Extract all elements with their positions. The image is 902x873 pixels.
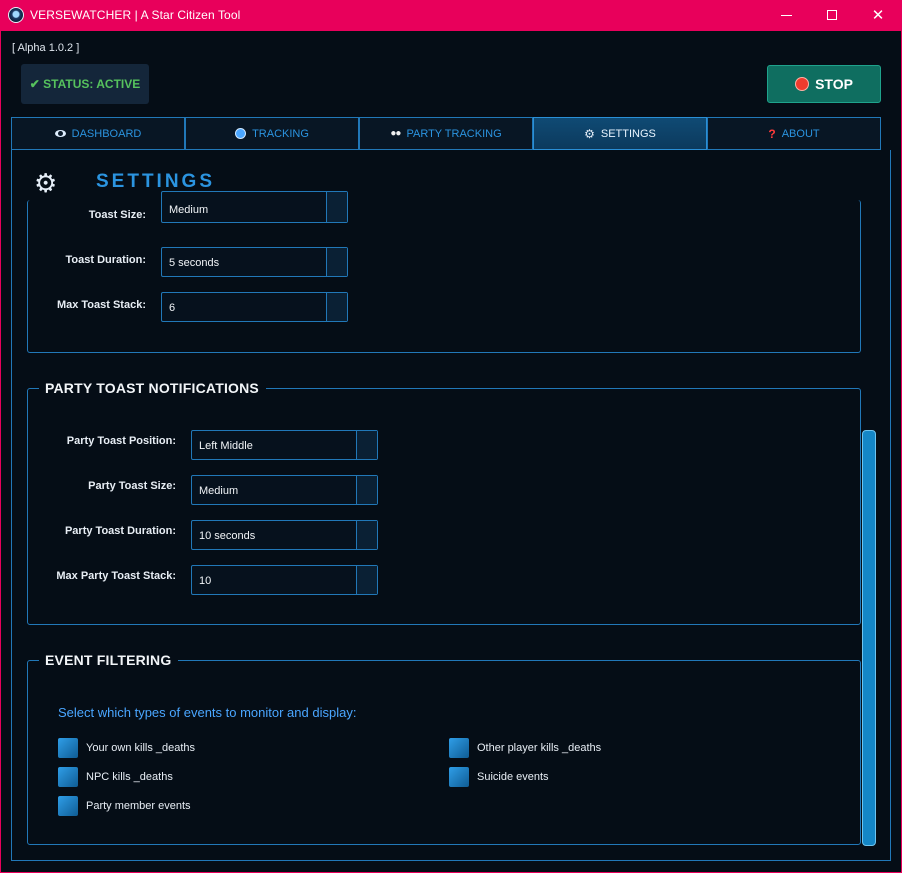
toast-size-value: Medium — [169, 204, 209, 216]
event-filtering-title: EVENT FILTERING — [39, 652, 179, 668]
party-toast-duration-select[interactable]: 10 seconds — [191, 520, 378, 550]
npc-kills-label: NPC kills _deaths — [86, 771, 173, 783]
party-toast-size-select[interactable]: Medium — [191, 475, 378, 505]
tab-about-label: ABOUT — [781, 127, 820, 140]
settings-panel: ⚙ SETTINGS Toast Size: Medium Toast Dura… — [11, 150, 891, 861]
event-filtering-help: Select which types of events to monitor … — [58, 705, 357, 720]
party-member-events-checkbox[interactable] — [58, 796, 78, 816]
tab-settings[interactable]: ⚙ SETTINGS — [533, 117, 707, 150]
toast-size-select[interactable]: Medium — [161, 191, 348, 223]
other-player-kills-checkbox[interactable] — [449, 738, 469, 758]
eye-icon — [54, 130, 66, 137]
window-title: VERSEWATCHER | A Star Citizen Tool — [30, 8, 241, 22]
stop-button-label: STOP — [815, 76, 853, 92]
party-toast-title: PARTY TOAST NOTIFICATIONS — [39, 380, 266, 396]
tab-party-tracking[interactable]: ●● PARTY TRACKING — [359, 117, 533, 150]
party-toast-size-value: Medium — [199, 485, 239, 497]
party-toast-position-select[interactable]: Left Middle — [191, 430, 378, 460]
max-party-toast-stack-select[interactable]: 10 — [191, 565, 378, 595]
party-toast-position-label: Party Toast Position: — [66, 435, 176, 447]
chevron-down-icon[interactable] — [326, 293, 347, 321]
party-toast-position-value: Left Middle — [199, 440, 253, 452]
suicide-events-label: Suicide events — [477, 771, 549, 783]
question-icon: ? — [768, 126, 776, 141]
chevron-down-icon[interactable] — [326, 192, 347, 222]
stop-circle-icon — [795, 77, 810, 91]
party-member-events-label: Party member events — [86, 800, 191, 812]
title-bar: VERSEWATCHER | A Star Citizen Tool ✕ — [0, 0, 902, 31]
party-toast-duration-value: 10 seconds — [199, 530, 256, 542]
party-toast-duration-label: Party Toast Duration: — [64, 525, 176, 537]
suicide-events-checkbox[interactable] — [449, 767, 469, 787]
tab-party-tracking-label: PARTY TRACKING — [406, 127, 502, 140]
own-kills-label: Your own kills _deaths — [86, 742, 196, 754]
close-icon: ✕ — [871, 7, 885, 24]
tab-about[interactable]: ? ABOUT — [707, 117, 881, 150]
tab-tracking[interactable]: TRACKING — [185, 117, 359, 150]
settings-gear-icon: ⚙ — [34, 168, 58, 198]
chevron-down-icon[interactable] — [326, 248, 347, 276]
npc-kills-checkbox[interactable] — [58, 767, 78, 787]
radar-icon — [235, 128, 247, 139]
toast-duration-select[interactable]: 5 seconds — [161, 247, 348, 277]
tab-bar: DASHBOARD TRACKING ●● PARTY TRACKING ⚙ S… — [11, 117, 881, 150]
gear-icon: ⚙ — [584, 126, 595, 141]
minimize-button[interactable] — [763, 0, 809, 31]
max-toast-stack-select[interactable]: 6 — [161, 292, 348, 322]
status-badge: ✔ STATUS: ACTIVE — [21, 64, 149, 104]
party-toast-group: PARTY TOAST NOTIFICATIONS Party Toast Po… — [27, 380, 861, 625]
chevron-down-icon[interactable] — [356, 431, 377, 459]
app-logo-icon — [8, 7, 24, 23]
tab-dashboard-label: DASHBOARD — [71, 127, 142, 140]
toast-duration-label: Toast Duration: — [65, 254, 146, 266]
chevron-down-icon[interactable] — [356, 521, 377, 549]
max-toast-stack-value: 6 — [169, 302, 176, 314]
close-button[interactable]: ✕ — [855, 0, 901, 31]
version-label: [ Alpha 1.0.2 ] — [12, 42, 80, 54]
minimize-icon — [781, 15, 792, 16]
max-party-toast-stack-value: 10 — [199, 575, 212, 587]
toast-size-label: Toast Size: — [88, 209, 146, 221]
other-player-kills-label: Other player kills _deaths — [477, 742, 602, 754]
vertical-scrollbar[interactable] — [862, 430, 876, 846]
tab-settings-label: SETTINGS — [600, 127, 656, 140]
page-title: SETTINGS — [96, 171, 216, 192]
toast-notifications-group: Toast Size: Medium Toast Duration: 5 sec… — [27, 191, 861, 353]
chevron-down-icon[interactable] — [356, 476, 377, 504]
own-kills-checkbox[interactable] — [58, 738, 78, 758]
stop-button[interactable]: STOP — [767, 65, 881, 103]
chevron-down-icon[interactable] — [356, 566, 377, 594]
tab-dashboard[interactable]: DASHBOARD — [11, 117, 185, 150]
maximize-button[interactable] — [809, 0, 855, 31]
tab-tracking-label: TRACKING — [252, 127, 309, 140]
maximize-icon — [827, 10, 837, 20]
max-toast-stack-label: Max Toast Stack: — [56, 299, 146, 311]
event-filtering-group: EVENT FILTERING Select which types of ev… — [27, 652, 861, 845]
max-party-toast-stack-label: Max Party Toast Stack: — [56, 570, 176, 582]
eyes-icon: ●● — [390, 128, 401, 139]
toast-duration-value: 5 seconds — [169, 257, 220, 269]
party-toast-size-label: Party Toast Size: — [88, 480, 176, 492]
